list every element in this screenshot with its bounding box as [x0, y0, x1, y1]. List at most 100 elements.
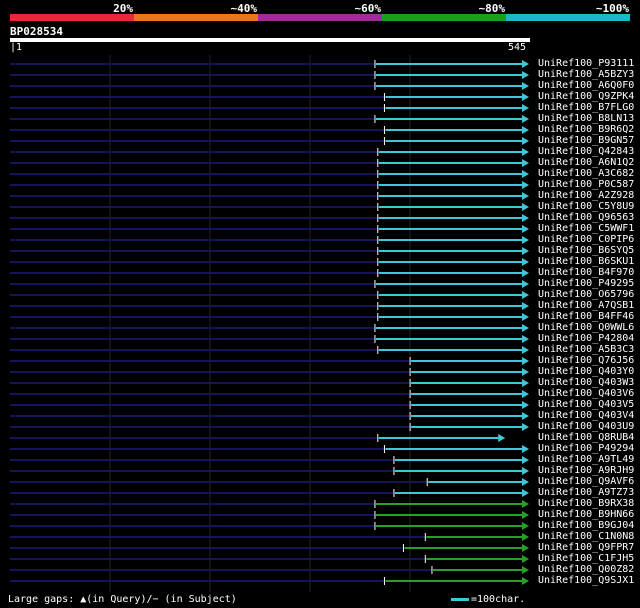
hit-row	[10, 115, 529, 123]
hit-row	[10, 269, 529, 277]
scale-text: =100char.	[471, 594, 526, 605]
hit-row	[10, 302, 529, 310]
hit-label[interactable]: UniRef100_B4FF46	[538, 311, 634, 322]
hit-label[interactable]: UniRef100_Q403V4	[538, 410, 634, 421]
hit-row	[10, 170, 529, 178]
hit-label[interactable]: UniRef100_B7FLG0	[538, 102, 634, 113]
hit-row	[10, 192, 529, 200]
hit-row	[10, 258, 529, 266]
hit-label[interactable]: UniRef100_C5Y8U9	[538, 201, 634, 212]
hit-label[interactable]: UniRef100_P42804	[538, 333, 634, 344]
hit-label[interactable]: UniRef100_C1N0N8	[538, 531, 634, 542]
hit-arrow-icon	[522, 412, 529, 420]
hit-row	[10, 324, 529, 332]
hit-row	[10, 203, 529, 211]
hit-label[interactable]: UniRef100_Q403U9	[538, 421, 634, 432]
hit-label[interactable]: UniRef100_Q00Z82	[538, 564, 634, 575]
hit-label[interactable]: UniRef100_B8LN13	[538, 113, 634, 124]
scale-swatch	[451, 597, 469, 601]
hit-row	[10, 93, 529, 101]
hit-row	[10, 500, 529, 508]
hit-label[interactable]: UniRef100_Q96563	[538, 212, 634, 223]
hit-arrow-icon	[522, 93, 529, 101]
hit-label[interactable]: UniRef100_C5WWF1	[538, 223, 634, 234]
hit-row	[10, 522, 529, 530]
hit-arrow-icon	[522, 82, 529, 90]
hit-label[interactable]: UniRef100_B9HN66	[538, 509, 634, 520]
hit-label[interactable]: UniRef100_Q0WWL6	[538, 322, 634, 333]
hit-label[interactable]: UniRef100_Q403V6	[538, 388, 634, 399]
hit-arrow-icon	[522, 467, 529, 475]
hit-label[interactable]: UniRef100_A9TZ73	[538, 487, 634, 498]
hit-label[interactable]: UniRef100_C0PIP6	[538, 234, 634, 245]
hit-arrow-icon	[522, 401, 529, 409]
hit-row	[10, 247, 529, 255]
hit-label[interactable]: UniRef100_Q42843	[538, 146, 634, 157]
hit-label[interactable]: UniRef100_Q9AVF6	[538, 476, 634, 487]
hit-label[interactable]: UniRef100_C1FJH5	[538, 553, 634, 564]
hit-arrow-icon	[522, 269, 529, 277]
hit-label[interactable]: UniRef100_A5BZY3	[538, 69, 634, 80]
hit-arrow-icon	[522, 214, 529, 222]
hit-row	[10, 214, 529, 222]
hit-label[interactable]: UniRef100_B4F970	[538, 267, 634, 278]
hit-row	[10, 225, 529, 233]
hit-label[interactable]: UniRef100_Q9SJX1	[538, 575, 634, 586]
hit-row	[10, 335, 529, 343]
hit-label[interactable]: UniRef100_Q9ZPK4	[538, 91, 634, 102]
hit-arrow-icon	[522, 236, 529, 244]
hit-label[interactable]: UniRef100_A9RJH9	[538, 465, 634, 476]
hit-arrow-icon	[522, 126, 529, 134]
hit-arrow-icon	[522, 555, 529, 563]
hit-label[interactable]: UniRef100_B9RX38	[538, 498, 634, 509]
hit-arrow-icon	[522, 170, 529, 178]
hit-label[interactable]: UniRef100_P93111	[538, 58, 634, 69]
hit-label[interactable]: UniRef100_A9TL49	[538, 454, 634, 465]
hit-arrow-icon	[522, 489, 529, 497]
hit-arrow-icon	[522, 390, 529, 398]
hit-row	[10, 159, 529, 167]
hit-arrow-icon	[522, 247, 529, 255]
hit-arrow-icon	[522, 368, 529, 376]
hit-label[interactable]: UniRef100_A6Q0F0	[538, 80, 634, 91]
hit-label[interactable]: UniRef100_Q76J56	[538, 355, 634, 366]
hit-arrow-icon	[522, 456, 529, 464]
hit-label[interactable]: UniRef100_Q403V5	[538, 399, 634, 410]
hit-arrow-icon	[522, 423, 529, 431]
hit-label[interactable]: UniRef100_P0C587	[538, 179, 634, 190]
hit-label[interactable]: UniRef100_O65796	[538, 289, 634, 300]
hit-label[interactable]: UniRef100_P49294	[538, 443, 634, 454]
hit-label[interactable]: UniRef100_Q403W3	[538, 377, 634, 388]
hit-arrow-icon	[522, 104, 529, 112]
hit-label[interactable]: UniRef100_B6SKU1	[538, 256, 634, 267]
hit-arrow-icon	[522, 500, 529, 508]
hit-label[interactable]: UniRef100_B6SYQ5	[538, 245, 634, 256]
hit-row	[10, 423, 529, 431]
hit-label[interactable]: UniRef100_A5B3C3	[538, 344, 634, 355]
hit-label[interactable]: UniRef100_A3C682	[538, 168, 634, 179]
hit-arrow-icon	[522, 357, 529, 365]
hit-arrow-icon	[522, 533, 529, 541]
hit-row	[10, 555, 529, 563]
hit-label[interactable]: UniRef100_B9R6Q2	[538, 124, 634, 135]
hit-label[interactable]: UniRef100_A6N1Q2	[538, 157, 634, 168]
hit-label[interactable]: UniRef100_B9GJ04	[538, 520, 634, 531]
hit-label[interactable]: UniRef100_A7QSB1	[538, 300, 634, 311]
hit-arrow-icon	[522, 258, 529, 266]
hit-label[interactable]: UniRef100_B9GN57	[538, 135, 634, 146]
hit-label[interactable]: UniRef100_Q9FPR7	[538, 542, 634, 553]
hit-row	[10, 445, 529, 453]
hit-arrow-icon	[522, 478, 529, 486]
hit-arrow-icon	[522, 346, 529, 354]
hit-row	[10, 478, 529, 486]
hit-label[interactable]: UniRef100_Q8RUB4	[538, 432, 634, 443]
hit-arrow-icon	[522, 522, 529, 530]
hit-row	[10, 533, 529, 541]
hit-label[interactable]: UniRef100_P49295	[538, 278, 634, 289]
hit-row	[10, 412, 529, 420]
hit-arrow-icon	[522, 511, 529, 519]
hit-label[interactable]: UniRef100_A2Z928	[538, 190, 634, 201]
hit-label[interactable]: UniRef100_Q403Y0	[538, 366, 634, 377]
gaps-note: Large gaps: ▲(in Query)/− (in Subject)	[8, 594, 237, 605]
hit-arrow-icon	[522, 335, 529, 343]
